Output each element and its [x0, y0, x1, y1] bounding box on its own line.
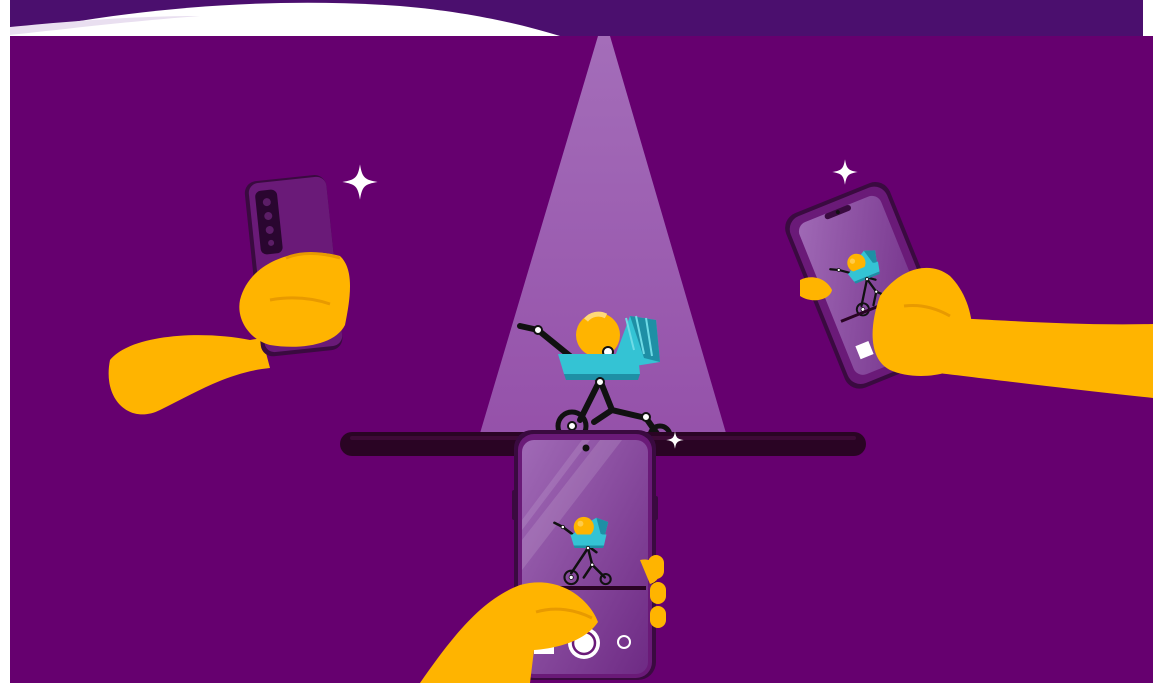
illustration-scene: [0, 0, 1153, 683]
top-wave-band: [0, 0, 1153, 36]
